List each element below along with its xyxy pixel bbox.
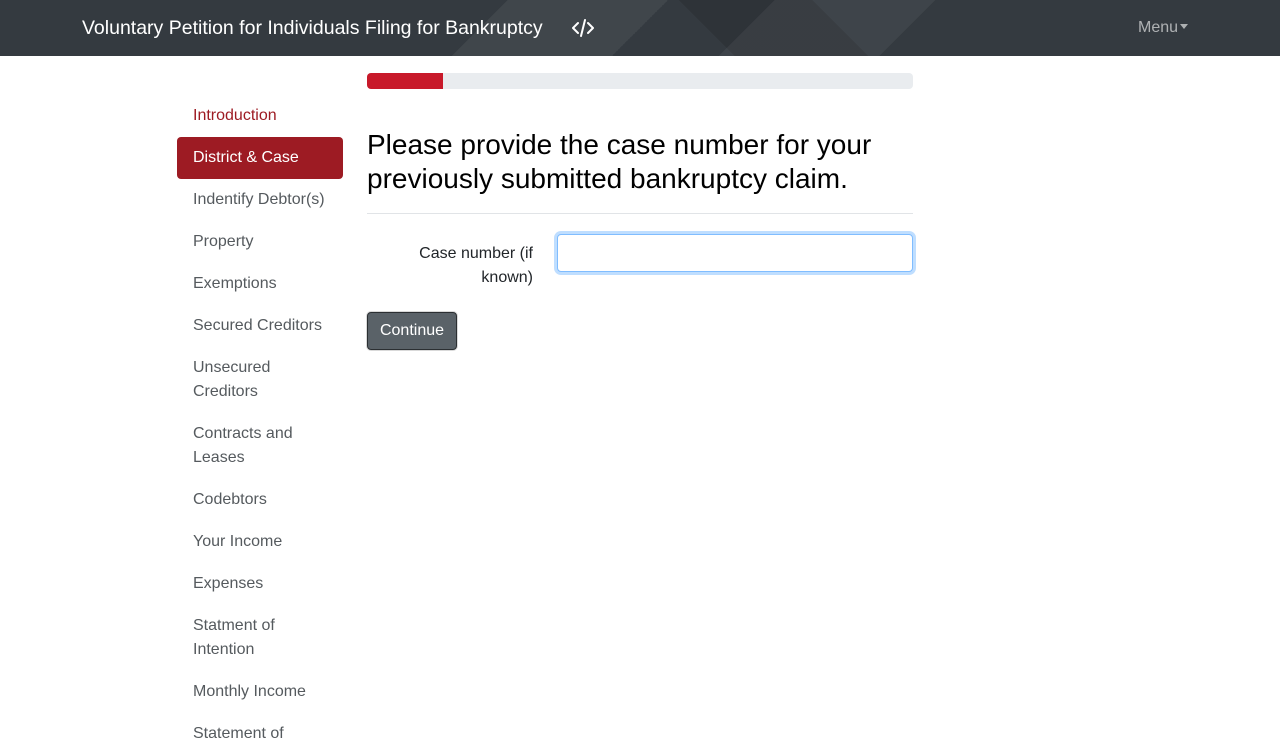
question-heading: Please provide the case number for your … [367,129,872,194]
app-title[interactable]: Voluntary Petition for Individuals Filin… [82,15,543,41]
sidebar-item-unsecured-creditors[interactable]: Unsecured Creditors [177,347,343,413]
sidebar-item-expenses[interactable]: Expenses [177,563,343,605]
continue-button[interactable]: Continue [367,312,457,350]
sidebar-item-statment-of-intention[interactable]: Statment of Intention [177,605,343,671]
caret-down-icon [1180,24,1189,29]
progress-bar-fill [367,73,444,89]
sidebar-item-introduction[interactable]: Introduction [177,95,343,137]
sidebar-item-codebtors[interactable]: Codebtors [177,479,343,521]
sidebar-item-secured-creditors[interactable]: Secured Creditors [177,305,343,347]
top-navbar: Voluntary Petition for Individuals Filin… [0,0,1280,56]
progress-bar [367,73,913,89]
sidebar-item-contracts-and-leases[interactable]: Contracts and Leases [177,413,343,479]
sidebar-item-your-income[interactable]: Your Income [177,521,343,563]
sidebar-item-district-case[interactable]: District & Case [177,137,343,179]
sidebar-item-statement-of[interactable]: Statement of [177,713,343,755]
case-number-input[interactable] [557,234,913,272]
divider [367,213,913,214]
case-number-label: Case number (if known) [419,245,533,286]
menu-dropdown-toggle[interactable]: Menu [1138,17,1189,39]
sidebar-nav: Introduction District & Case Indentify Deb… [177,95,343,755]
sidebar-item-monthly-income[interactable]: Monthly Income [177,671,343,713]
menu-label: Menu [1138,19,1179,36]
sidebar-item-indentify-debtor-s[interactable]: Indentify Debtor(s) [177,179,343,221]
sidebar-item-exemptions[interactable]: Exemptions [177,263,343,305]
sidebar-item-property[interactable]: Property [177,221,343,263]
code-icon[interactable] [572,18,594,38]
